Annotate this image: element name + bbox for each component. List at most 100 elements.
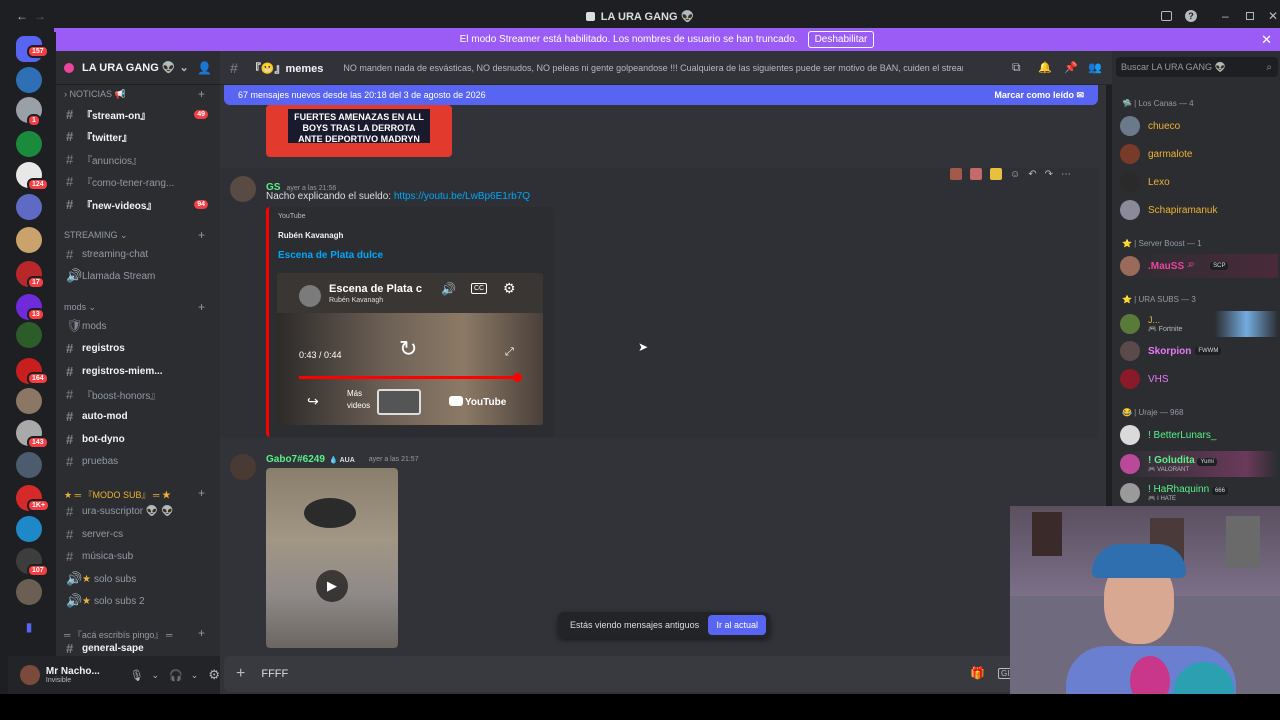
new-messages-bar[interactable]: 67 mensajes nuevos desde las 20:18 del 3…: [224, 85, 1098, 105]
category-modo-sub[interactable]: ★ ═ 『MODO SUB』 ═ ★: [64, 488, 171, 501]
video-player[interactable]: Escena de Plata c Rubén Kavanagh 🔊 CC ⚙ …: [277, 273, 543, 425]
server-header[interactable]: LA URA GANG 👽 ⌄ 👤: [56, 51, 220, 85]
search-input[interactable]: Buscar LA URA GANG 👽 ⌕: [1116, 57, 1278, 77]
video-title[interactable]: Escena de Plata c: [329, 283, 422, 295]
server-icon[interactable]: [16, 388, 42, 414]
category-aca-escribis[interactable]: ═ 『acá escribís pingo』 ═: [64, 628, 172, 641]
member-item[interactable]: ! BetterLunars_: [1120, 423, 1216, 447]
reaction-emoji-icon[interactable]: [990, 168, 1002, 180]
channel-item[interactable]: # ura-suscriptor 👽 👽: [60, 501, 216, 521]
member-item[interactable]: .MauSS JP SCP: [1120, 254, 1278, 278]
add-reaction-icon[interactable]: ☺: [1010, 169, 1020, 180]
folder-icon[interactable]: ▮: [16, 614, 42, 640]
avatar[interactable]: [230, 454, 256, 480]
attached-image[interactable]: FUERTES AMENAZAS EN ALL BOYS TRAS LA DER…: [266, 105, 452, 157]
headphones-icon[interactable]: 🎧: [169, 669, 183, 682]
share-icon[interactable]: ↪: [307, 393, 319, 410]
channel-item[interactable]: # 『como-tener-rang...: [60, 171, 216, 191]
message-composer[interactable]: + FFFF 🎁 GIF: [224, 656, 1104, 692]
server-icon[interactable]: [16, 322, 42, 348]
member-item[interactable]: Schapiramanuk: [1120, 198, 1217, 222]
channel-item[interactable]: # general-sape: [60, 641, 216, 655]
members-icon[interactable]: 👥: [1088, 61, 1102, 74]
channel-item[interactable]: # streaming-chat: [60, 244, 216, 264]
minimize-icon[interactable]: –: [1222, 9, 1229, 23]
add-channel-icon[interactable]: +: [198, 626, 205, 640]
add-channel-icon[interactable]: +: [198, 486, 205, 500]
mark-read-button[interactable]: Marcar como leído ✉: [994, 90, 1084, 101]
server-icon[interactable]: [16, 227, 42, 253]
disable-streamer-button[interactable]: Deshabilitar: [807, 31, 875, 48]
message-link[interactable]: https://youtu.be/LwBp6E1rb7Q: [394, 191, 530, 202]
avatar[interactable]: [20, 665, 40, 685]
pin-icon[interactable]: 📌: [1064, 61, 1078, 74]
add-channel-icon[interactable]: +: [198, 228, 205, 242]
category-noticias[interactable]: › NOTICIAS 📢: [64, 89, 126, 100]
close-window-icon[interactable]: ✕: [1268, 9, 1278, 23]
jump-to-present-button[interactable]: Ir al actual: [708, 615, 766, 635]
server-icon[interactable]: [16, 579, 42, 605]
channel-item[interactable]: # 『stream-on』 49: [60, 104, 216, 124]
add-channel-icon[interactable]: +: [198, 300, 205, 314]
channel-item[interactable]: # server-cs: [60, 524, 216, 544]
member-item[interactable]: J... 🎮 Fortnite: [1120, 311, 1278, 337]
reply-icon[interactable]: ↶: [1028, 169, 1036, 180]
embed-title[interactable]: Escena de Plata dulce: [278, 250, 383, 261]
member-item[interactable]: garmalote: [1120, 142, 1192, 166]
video-attachment[interactable]: ▶: [266, 468, 398, 648]
chevron-down-icon[interactable]: ⌄: [191, 670, 199, 681]
progress-handle[interactable]: [513, 373, 522, 382]
member-item[interactable]: chueco: [1120, 114, 1180, 138]
inbox-icon[interactable]: [1161, 11, 1172, 21]
forward-icon[interactable]: ↷: [1045, 169, 1053, 180]
channel-avatar[interactable]: [299, 285, 321, 307]
embed-author[interactable]: Rubén Kavanagh: [278, 231, 343, 240]
member-item[interactable]: Skorpion FWWM: [1120, 339, 1278, 363]
replay-icon[interactable]: ↻: [399, 336, 417, 362]
channel-item[interactable]: # registros: [60, 338, 216, 358]
member-item[interactable]: Lexo: [1120, 170, 1170, 194]
reaction-emoji-icon[interactable]: [970, 168, 982, 180]
channel-item[interactable]: # registros-miem...: [60, 361, 216, 381]
channel-item[interactable]: # 『new-videos』 94: [60, 194, 216, 214]
channel-item[interactable]: # 『anuncios』: [60, 149, 216, 169]
channel-item[interactable]: 🛡 mods: [60, 316, 216, 336]
add-channel-icon[interactable]: +: [198, 87, 205, 101]
channel-item[interactable]: # auto-mod: [60, 406, 216, 426]
help-icon[interactable]: ?: [1185, 10, 1197, 22]
category-mods[interactable]: mods ⌄: [64, 302, 96, 313]
captions-icon[interactable]: CC: [471, 283, 488, 294]
play-icon[interactable]: ▶: [316, 570, 348, 602]
channel-item[interactable]: # 『boost-honors』: [60, 384, 216, 404]
microphone-icon[interactable]: 🎙: [130, 669, 144, 682]
channel-item[interactable]: # pruebas: [60, 451, 216, 471]
video-thumbnail[interactable]: [377, 389, 421, 415]
voice-channel[interactable]: 🔊 Llamada Stream: [60, 266, 216, 286]
gift-icon[interactable]: 🎁: [970, 666, 985, 680]
more-icon[interactable]: ⋯: [1061, 169, 1071, 180]
member-item[interactable]: ! HaRhaquinn 666 🎮 I HATE: [1120, 480, 1228, 506]
youtube-logo[interactable]: YouTube: [449, 396, 506, 408]
server-icon[interactable]: [16, 131, 42, 157]
threads-icon[interactable]: ⧉: [1012, 60, 1021, 75]
member-item[interactable]: ! Goludita Yumi 🎮 VALORANT: [1120, 451, 1278, 477]
category-streaming[interactable]: STREAMING ⌄: [64, 230, 128, 241]
message-input[interactable]: FFFF: [261, 668, 288, 680]
close-icon[interactable]: ✕: [1261, 32, 1272, 48]
channel-item[interactable]: # 『twitter』: [60, 126, 216, 146]
server-icon[interactable]: [16, 452, 42, 478]
message-author[interactable]: Gabo7#6249: [266, 454, 325, 465]
server-icon[interactable]: [16, 67, 42, 93]
channel-item[interactable]: # música-sub: [60, 546, 216, 566]
reaction-emoji-icon[interactable]: [950, 168, 962, 180]
gear-icon[interactable]: ⚙: [503, 280, 516, 297]
add-attachment-icon[interactable]: +: [236, 665, 245, 683]
progress-bar[interactable]: [299, 376, 517, 379]
volume-icon[interactable]: 🔊: [441, 282, 456, 296]
chevron-down-icon[interactable]: ⌄: [152, 670, 160, 681]
voice-channel[interactable]: 🔊 ★ solo subs 2: [60, 591, 216, 611]
bell-icon[interactable]: 🔔: [1038, 61, 1052, 74]
gear-icon[interactable]: ⚙: [208, 667, 220, 683]
member-item[interactable]: VHS: [1120, 367, 1169, 391]
channel-item[interactable]: # bot-dyno: [60, 429, 216, 449]
